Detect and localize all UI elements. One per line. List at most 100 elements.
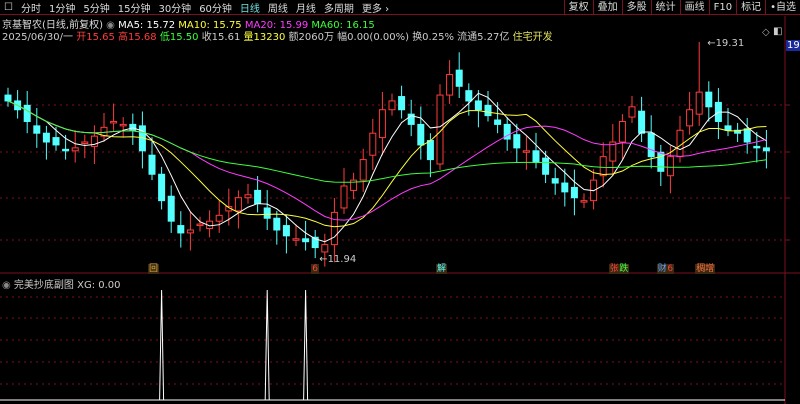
toolbar-button-2[interactable]: 多股 [621,0,651,15]
candle-body [484,104,492,117]
toolbar-button-5[interactable]: F10 [708,0,736,15]
candle-body [599,156,607,177]
candle-body [292,238,300,241]
tab-3[interactable]: 15分钟 [114,0,155,15]
candle-body [71,147,79,152]
candle-body [446,74,454,96]
diamond-icon[interactable]: ◇ [762,27,770,38]
candle-body [465,90,473,102]
candle-body [4,94,12,102]
low: 低15.50 [159,32,199,43]
candle-body [177,225,185,234]
candle-body [551,178,559,184]
toolbar-button-7[interactable]: •自选 [765,0,800,15]
high-price-label: ←19.31 [707,38,744,49]
turnover: 换0.25% [412,32,454,43]
candle-body [81,141,89,144]
event-marker[interactable]: 6 [311,264,319,274]
candle-body [618,120,626,143]
candle-body [359,159,367,181]
candle-body [705,91,713,108]
date: 2025/06/30/一 [2,32,74,43]
tab-1[interactable]: 1分钟 [45,0,79,15]
candle-body [628,106,636,118]
menu-icon[interactable]: ☐ [0,2,17,13]
candle-body [33,125,41,134]
quote-line: 2025/06/30/一 开15.65 高15.68 低15.50 收15.61… [2,28,553,43]
settings-icon[interactable]: ◉ [2,280,11,291]
tab-8[interactable]: 月线 [292,0,320,15]
candle-body [148,154,156,175]
candle-body [158,173,166,202]
close: 收15.61 [201,32,241,43]
candle-body [753,145,761,149]
change: 幅0.00(0.00%) [337,32,409,43]
candle-body [494,119,502,125]
toolbar-button-0[interactable]: 复权 [563,0,593,15]
tab-0[interactable]: 分时 [17,0,45,15]
candle-body [570,186,578,199]
kline-chart[interactable]: ←19.31 ←11.94 [0,0,800,404]
candle-body [340,185,348,209]
toolbar-button-6[interactable]: 标记 [736,0,765,15]
ma5-line [7,92,767,243]
candle-body [522,150,530,153]
period-toolbar: ☐ 分时 1分钟 5分钟 15分钟 30分钟 60分钟 日线 周线 月线 多周期 更多 › 复权 叠加… [0,0,800,15]
candle-body [42,132,50,143]
candle-body [119,123,127,127]
high: 高15.68 [118,32,157,43]
industry: 住宅开发 [512,32,553,43]
candle-body [52,137,60,146]
toolbar-button-4[interactable]: 画线 [679,0,709,15]
candle-body [167,195,175,222]
candle-body [474,100,482,111]
candle-body [398,96,406,111]
toolbar-button-1[interactable]: 叠加 [592,0,622,15]
panel-toggle-icon[interactable]: ◧ [773,26,782,37]
candle-body [273,217,281,231]
tab-9[interactable]: 多周期 [320,0,358,15]
indicator-name[interactable]: 完美抄底副图 [14,280,74,291]
tab-2[interactable]: 5分钟 [79,0,113,15]
toolbar-button-3[interactable]: 统计 [650,0,680,15]
candle-body [542,157,550,175]
candle-body [638,110,646,134]
candle-body [762,147,770,152]
candle-body [196,223,204,227]
float-cap: 流通5.27亿 [457,32,510,43]
candle-body [129,123,137,131]
candle-body [244,194,252,199]
candle-body [330,211,338,246]
candle-body [263,207,271,219]
candle-body [417,123,425,146]
tab-10[interactable]: 更多 › [358,0,393,15]
event-marker[interactable]: 6 [666,264,675,274]
tab-5[interactable]: 60分钟 [195,0,236,15]
candle-body [666,156,674,177]
event-marker[interactable]: 回 [148,264,160,274]
event-marker[interactable]: 稠增 [695,264,716,274]
candle-body [234,197,242,212]
candle-body [743,128,751,143]
candle-body [282,225,290,237]
price-axis-top-label: 19.0 [786,40,800,51]
amount: 额2060万 [288,32,334,43]
event-marker[interactable]: 解 [436,264,448,274]
open: 开15.65 [76,32,115,43]
ma10-line [7,100,767,228]
candle-body [724,125,732,131]
event-marker[interactable]: 跌 [618,264,630,274]
tab-4[interactable]: 30分钟 [154,0,195,15]
indicator-title-bar: ◉ 完美抄底副图 XG: 0.00 [2,276,121,291]
candle-body [62,148,70,152]
ma20-line [7,100,767,221]
tab-7[interactable]: 周线 [264,0,292,15]
volume: 量13230 [243,32,286,43]
xg-signal-spike [303,289,309,401]
indicator-value: XG: 0.00 [77,280,121,291]
candle-body [388,100,396,111]
tab-6[interactable]: 日线 [236,0,264,15]
xg-signal-spike [159,289,165,401]
candle-body [695,91,703,115]
candle-body [561,182,569,193]
